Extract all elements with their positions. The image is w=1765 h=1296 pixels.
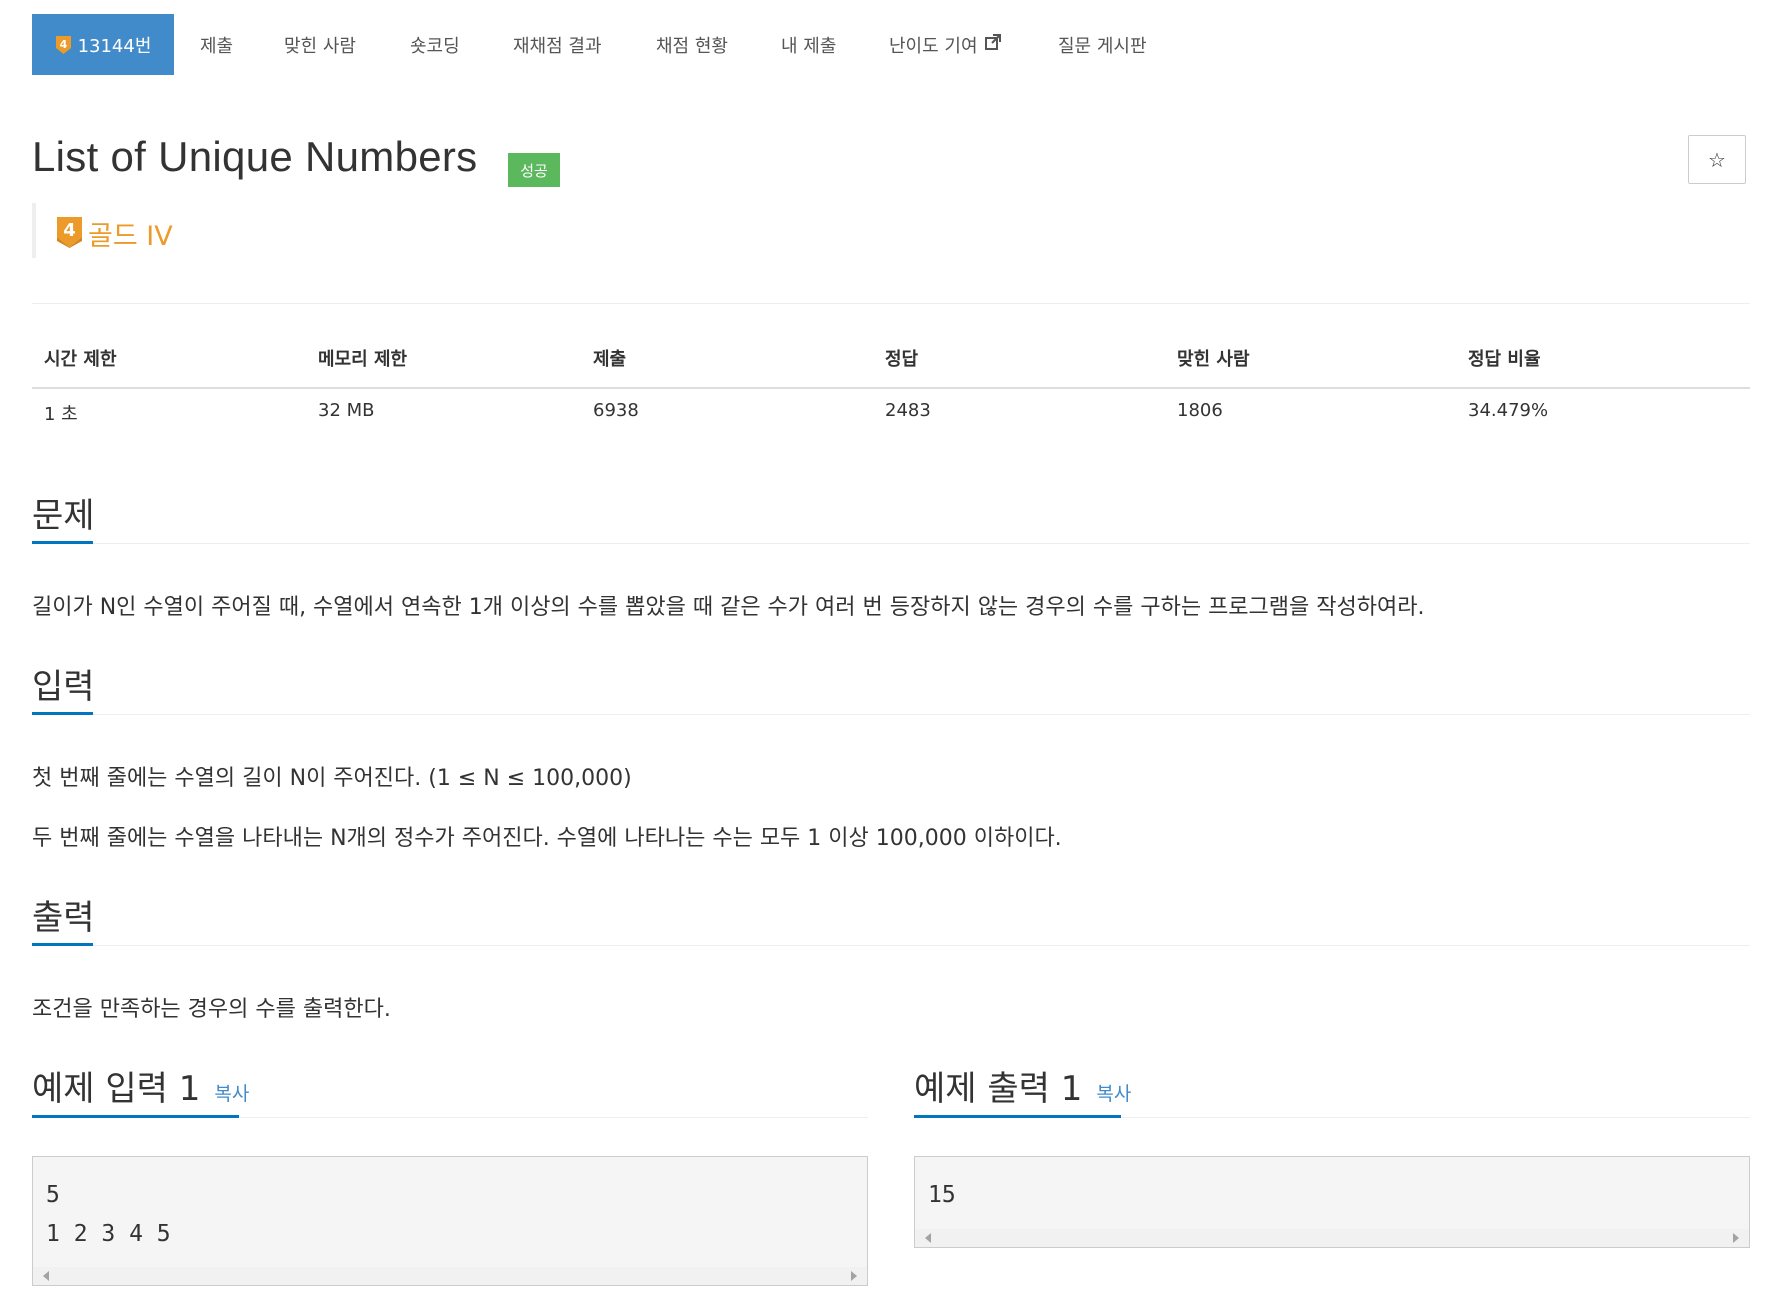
sample-output-header: 예제 출력 1 복사 — [914, 1061, 1131, 1110]
svg-text:4: 4 — [59, 38, 67, 51]
section-underline — [914, 1115, 1121, 1118]
svg-text:4: 4 — [63, 220, 76, 241]
table-cell-accepted: 2483 — [885, 400, 931, 421]
table-header-accept-ratio: 정답 비율 — [1468, 349, 1541, 370]
section-underline — [32, 541, 93, 544]
section-underline — [32, 943, 93, 946]
section-title-problem: 문제 — [32, 496, 95, 536]
copy-sample-input-link[interactable]: 복사 — [214, 1079, 249, 1106]
external-link-icon — [984, 33, 1002, 56]
tier-blockquote-border — [32, 203, 36, 258]
scroll-left-arrow-icon[interactable] — [43, 1271, 49, 1281]
nav-tab-question-board[interactable]: 질문 게시판 — [1058, 14, 1147, 75]
section-underline — [32, 712, 93, 715]
divider — [32, 714, 1750, 715]
table-header-submissions: 제출 — [593, 349, 627, 370]
nav-tab-problem-number[interactable]: 4 13144번 — [32, 14, 174, 75]
favorite-star-button[interactable]: ☆ — [1688, 135, 1746, 184]
table-cell-submissions: 6938 — [593, 400, 639, 421]
table-cell-accept-ratio: 34.479% — [1468, 400, 1549, 421]
gold-tier-icon: 4 — [55, 35, 72, 55]
nav-tab-difficulty-contribution[interactable]: 난이도 기여 — [889, 14, 1002, 75]
divider — [32, 303, 1750, 304]
table-header-time-limit: 시간 제한 — [44, 349, 117, 370]
table-header-solved-users: 맞힌 사람 — [1177, 349, 1250, 370]
divider — [32, 945, 1750, 946]
section-underline — [32, 1115, 239, 1118]
input-description-line: 첫 번째 줄에는 수열의 길이 N이 주어진다. (1 ≤ N ≤ 100,00… — [32, 766, 632, 791]
table-cell-memory-limit: 32 MB — [318, 400, 375, 421]
input-description-line: 두 번째 줄에는 수열을 나타내는 N개의 정수가 주어진다. 수열에 나타나는… — [32, 826, 1062, 851]
scroll-left-arrow-icon[interactable] — [925, 1233, 931, 1243]
page-title: List of Unique Numbers — [32, 133, 478, 180]
section-title-output: 출력 — [32, 898, 95, 938]
scroll-right-arrow-icon[interactable] — [851, 1271, 857, 1281]
table-header-accepted: 정답 — [885, 349, 919, 370]
sample-output-title: 예제 출력 1 — [914, 1069, 1083, 1109]
horizontal-scrollbar[interactable] — [915, 1229, 1749, 1247]
table-header-divider — [32, 387, 1750, 389]
sample-output-box: 15 — [914, 1156, 1750, 1248]
nav-tab-solved-users[interactable]: 맞힌 사람 — [284, 14, 356, 75]
nav-tab-rejudge-results[interactable]: 재채점 결과 — [513, 14, 602, 75]
table-header-memory-limit: 메모리 제한 — [318, 349, 408, 370]
horizontal-scrollbar[interactable] — [33, 1267, 867, 1285]
sample-input-header: 예제 입력 1 복사 — [32, 1061, 249, 1110]
sample-input-box: 5 1 2 3 4 5 — [32, 1156, 868, 1286]
nav-tab-submit[interactable]: 제출 — [200, 14, 233, 75]
sample-input-line: 1 2 3 4 5 — [46, 1221, 171, 1247]
section-title-input: 입력 — [32, 667, 95, 707]
scroll-right-arrow-icon[interactable] — [1733, 1233, 1739, 1243]
nav-tab-my-submissions[interactable]: 내 제출 — [781, 14, 836, 75]
status-badge: 성공 — [508, 153, 560, 187]
copy-sample-output-link[interactable]: 복사 — [1096, 1079, 1131, 1106]
gold-tier-icon: 4 — [56, 216, 83, 248]
sample-input-title: 예제 입력 1 — [32, 1069, 201, 1109]
star-icon: ☆ — [1708, 147, 1726, 172]
table-cell-solved-users: 1806 — [1177, 400, 1223, 421]
problem-number-label: 13144번 — [77, 35, 152, 57]
divider — [32, 543, 1750, 544]
problem-description: 길이가 N인 수열이 주어질 때, 수열에서 연속한 1개 이상의 수를 뽑았을… — [32, 595, 1425, 620]
output-description: 조건을 만족하는 경우의 수를 출력한다. — [32, 997, 391, 1022]
tier-label: 골드 IV — [88, 221, 173, 252]
table-cell-time-limit: 1 초 — [44, 404, 78, 425]
sample-output-line: 15 — [928, 1182, 956, 1208]
sample-input-line: 5 — [46, 1182, 60, 1208]
nav-tab-short-coding[interactable]: 숏코딩 — [410, 14, 460, 75]
nav-tab-judge-status[interactable]: 채점 현황 — [656, 14, 728, 75]
